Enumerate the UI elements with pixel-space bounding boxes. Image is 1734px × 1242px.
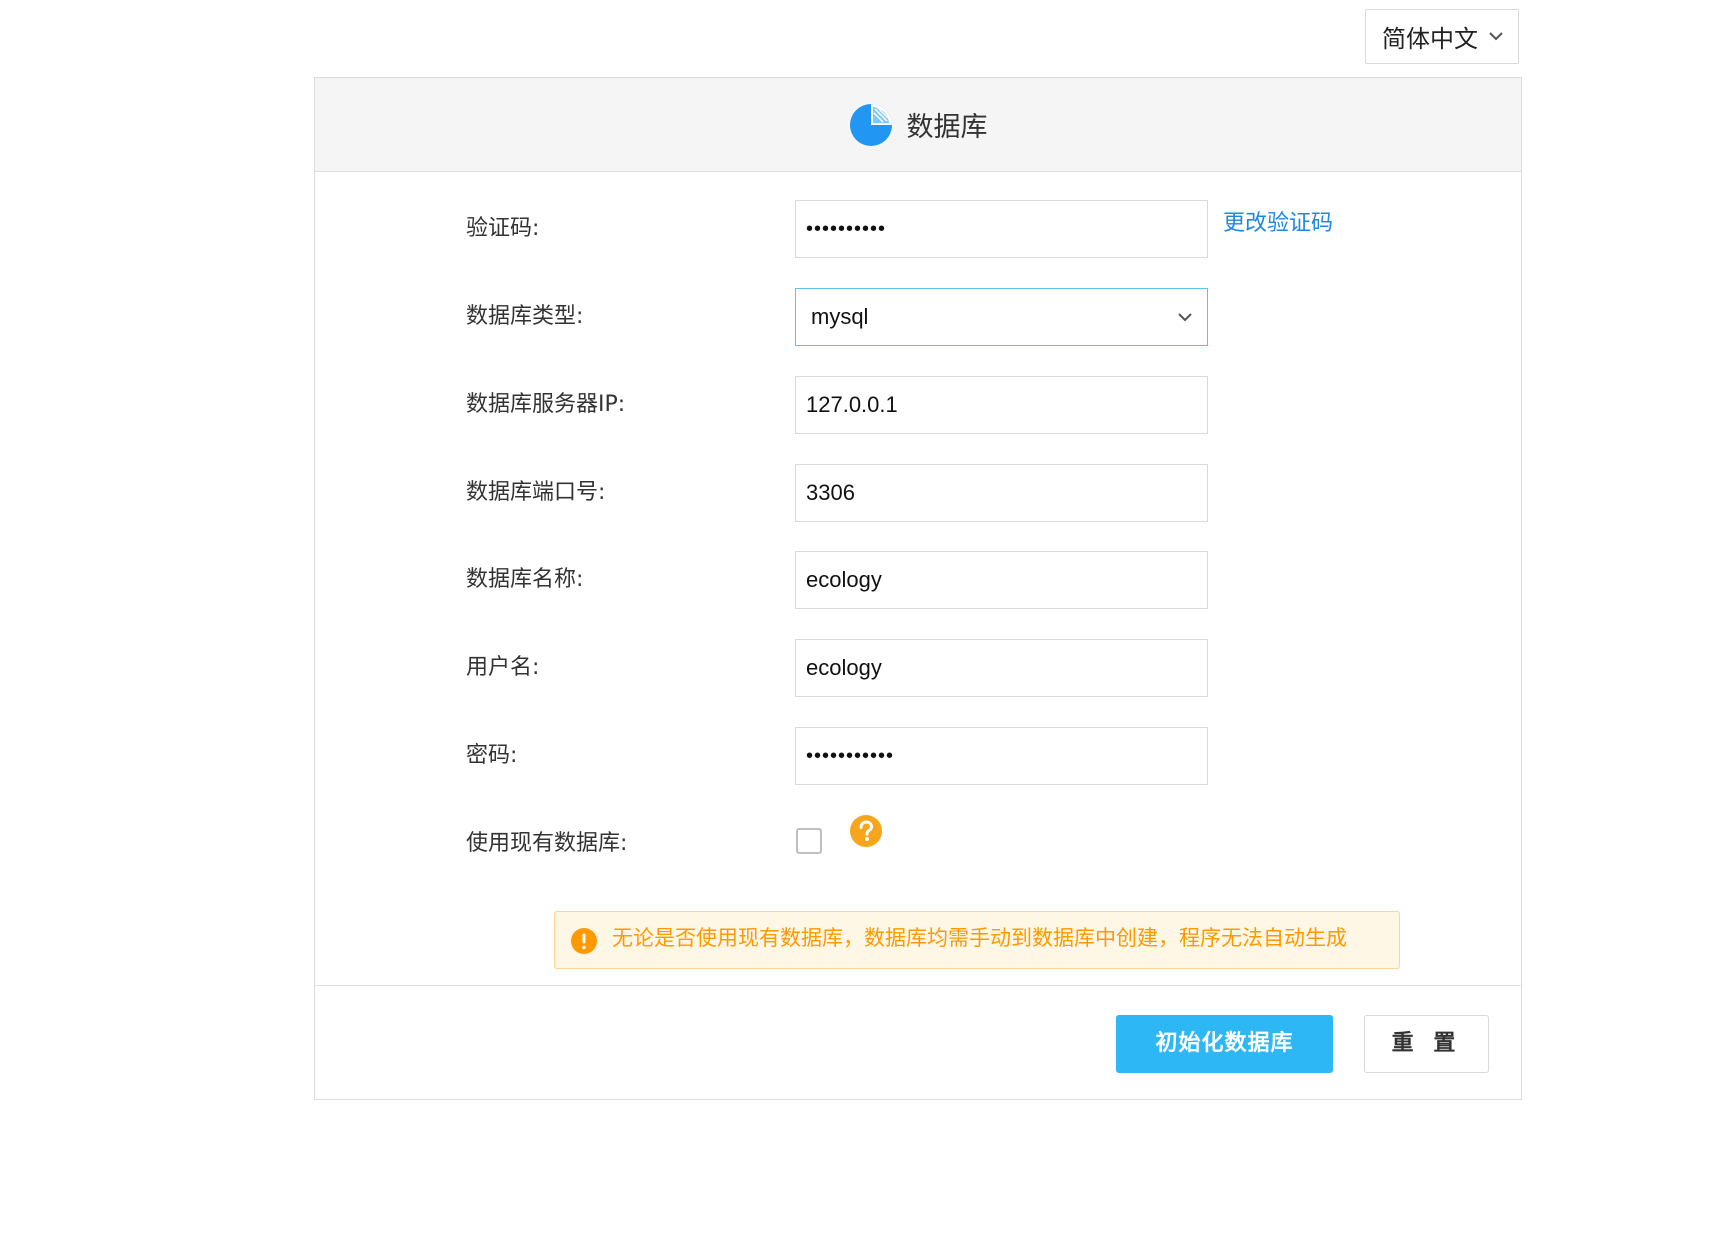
language-select[interactable]: 简体中文	[1365, 9, 1519, 64]
db-type-select[interactable]: mysql	[795, 288, 1208, 346]
db-port-row: 数据库端口号: 3306	[315, 464, 1521, 522]
db-host-label: 数据库服务器IP:	[466, 392, 626, 417]
db-port-input[interactable]: 3306	[795, 464, 1208, 522]
language-select-value: 简体中文	[1382, 25, 1478, 53]
password-label: 密码:	[466, 743, 518, 768]
panel-title: 数据库	[906, 112, 988, 143]
username-row: 用户名: ecology	[315, 639, 1521, 697]
chevron-down-icon	[1489, 32, 1503, 41]
database-panel: 数据库 验证码: •••••••••• 更改验证码 数据库类型: mysql 数…	[314, 77, 1522, 1100]
warning-icon	[571, 928, 597, 954]
panel-header: 数据库	[315, 78, 1521, 172]
username-input[interactable]: ecology	[795, 639, 1208, 697]
captcha-label: 验证码:	[466, 216, 540, 241]
username-label: 用户名:	[466, 655, 540, 680]
change-captcha-link[interactable]: 更改验证码	[1223, 200, 1333, 248]
password-row: 密码: •••••••••••	[315, 727, 1521, 785]
warning-alert: 无论是否使用现有数据库，数据库均需手动到数据库中创建，程序无法自动生成	[554, 911, 1400, 969]
captcha-input[interactable]: ••••••••••	[795, 200, 1208, 258]
db-type-value: mysql	[811, 304, 869, 329]
captcha-row: 验证码: •••••••••• 更改验证码	[315, 200, 1521, 258]
panel-footer: 初始化数据库 重 置	[315, 985, 1521, 1100]
database-logo-icon	[849, 103, 892, 146]
question-help-icon[interactable]	[850, 815, 882, 847]
warning-message: 无论是否使用现有数据库，数据库均需手动到数据库中创建，程序无法自动生成	[612, 926, 1347, 950]
db-name-row: 数据库名称: ecology	[315, 551, 1521, 609]
db-host-row: 数据库服务器IP: 127.0.0.1	[315, 376, 1521, 434]
use-existing-row: 使用现有数据库:	[315, 815, 1521, 873]
db-host-input[interactable]: 127.0.0.1	[795, 376, 1208, 434]
chevron-down-icon	[1178, 313, 1192, 322]
db-name-input[interactable]: ecology	[795, 551, 1208, 609]
init-database-button[interactable]: 初始化数据库	[1116, 1015, 1333, 1073]
db-name-label: 数据库名称:	[466, 567, 584, 592]
db-type-row: 数据库类型: mysql	[315, 288, 1521, 346]
use-existing-checkbox[interactable]	[796, 828, 822, 854]
reset-button[interactable]: 重 置	[1364, 1015, 1489, 1073]
use-existing-label: 使用现有数据库:	[466, 831, 628, 856]
db-port-label: 数据库端口号:	[466, 480, 606, 505]
db-type-label: 数据库类型:	[466, 304, 584, 329]
password-input[interactable]: •••••••••••	[795, 727, 1208, 785]
